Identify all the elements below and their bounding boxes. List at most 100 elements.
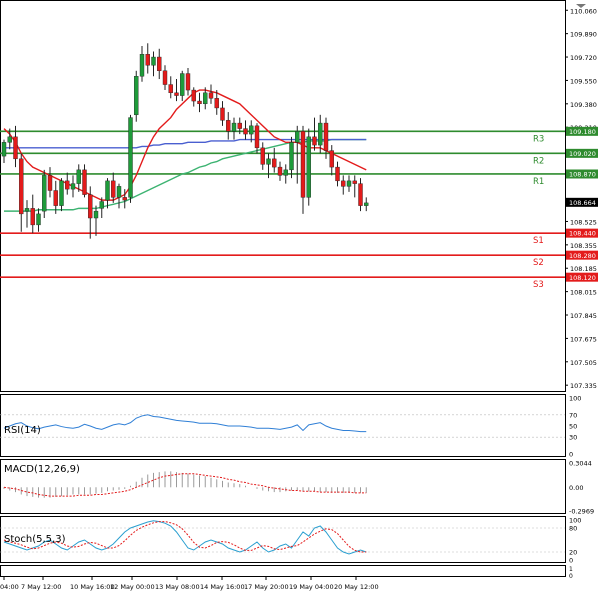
level-name-r3: R3 bbox=[533, 134, 544, 144]
level-name-s1: S1 bbox=[533, 236, 544, 246]
level-name-r2: R2 bbox=[533, 156, 544, 166]
candle-bullish bbox=[70, 183, 76, 190]
level-price-label: 108.120 bbox=[569, 274, 596, 282]
stoch-tick-label: 100 bbox=[569, 517, 581, 525]
candle-bearish bbox=[53, 190, 58, 206]
candle-bearish bbox=[335, 166, 340, 182]
rsi-tick-label: 50 bbox=[569, 423, 577, 431]
candle-bullish bbox=[318, 122, 323, 146]
candle-bearish bbox=[157, 56, 162, 71]
price-tick-label: 110.060 bbox=[570, 7, 597, 15]
candle-bullish bbox=[364, 202, 369, 206]
candle-bearish bbox=[145, 54, 150, 66]
candle-bearish bbox=[254, 125, 260, 149]
current-price-label: 108.664 bbox=[569, 199, 596, 207]
candle-bullish bbox=[231, 122, 237, 132]
price-tick-label: 109.720 bbox=[570, 54, 597, 62]
stoch-panel-frame bbox=[0, 516, 566, 563]
rsi-title: RSI(14) bbox=[4, 425, 41, 436]
candle-bearish bbox=[226, 120, 231, 132]
price-tick-label: 109.380 bbox=[570, 101, 597, 109]
macd-panel-frame bbox=[0, 459, 566, 514]
rsi-panel-frame bbox=[0, 394, 566, 457]
extra-panel-tick-top: 1 bbox=[569, 566, 573, 573]
candle-bullish bbox=[128, 117, 133, 198]
candle-bearish bbox=[352, 180, 357, 184]
level-price-label: 108.870 bbox=[569, 171, 596, 179]
time-tick-label: 7 May 12:00 bbox=[21, 583, 61, 591]
candle-bearish bbox=[358, 183, 363, 206]
chart-window: 1 0 110.060 109.890 109.720 109.550 109.380 1… bbox=[0, 0, 600, 596]
candle-bearish bbox=[208, 92, 214, 99]
time-tick-label: 04:00 bbox=[0, 583, 19, 591]
level-name-s3: S3 bbox=[533, 280, 544, 290]
time-axis: 04:00 7 May 12:00 10 May 16:0012 May 00:00… bbox=[0, 577, 379, 591]
candle-bearish bbox=[168, 84, 173, 94]
candle-bearish bbox=[191, 89, 196, 102]
time-tick-label: 12 May 00:00 bbox=[110, 583, 155, 591]
candle-bullish bbox=[59, 180, 64, 206]
candle-bullish bbox=[42, 175, 47, 212]
rsi-tick-label: 30 bbox=[569, 434, 577, 442]
time-tick-label: 17 May 20:00 bbox=[244, 583, 289, 591]
candle-bearish bbox=[272, 158, 277, 168]
time-tick-label: 19 May 04:00 bbox=[289, 583, 334, 591]
candle-bearish bbox=[65, 180, 70, 190]
price-tick-label: 108.015 bbox=[570, 289, 597, 297]
candle-bullish bbox=[116, 186, 122, 198]
candle-bullish bbox=[180, 73, 185, 96]
candle-bearish bbox=[220, 107, 225, 121]
price-tick-label: 107.845 bbox=[570, 312, 597, 320]
candle-bearish bbox=[260, 147, 265, 165]
time-tick-label: 20 May 12:00 bbox=[334, 583, 379, 591]
level-price-label: 108.440 bbox=[569, 230, 596, 238]
candle-bearish bbox=[13, 136, 18, 160]
candle-bullish bbox=[1, 142, 7, 157]
candle-bullish bbox=[76, 169, 81, 184]
level-price-label: 109.180 bbox=[569, 128, 596, 136]
candle-bearish bbox=[162, 70, 168, 85]
candle-bearish bbox=[185, 73, 191, 91]
price-tick-label: 107.675 bbox=[570, 335, 597, 343]
candle-bearish bbox=[277, 166, 283, 176]
candle-bullish bbox=[295, 131, 300, 143]
price-tick-label: 107.335 bbox=[570, 382, 597, 390]
level-price-label: 109.020 bbox=[569, 150, 596, 158]
candle-bearish bbox=[19, 158, 24, 215]
macd-tick-label: -0.2969 bbox=[569, 508, 594, 516]
candle-bullish bbox=[306, 136, 311, 198]
candle-bearish bbox=[214, 98, 219, 109]
level-price-label: 108.280 bbox=[569, 252, 596, 260]
stoch-title: Stoch(5,5,3) bbox=[4, 534, 66, 545]
extra-panel-tick-bottom: 0 bbox=[569, 573, 573, 580]
candle-bearish bbox=[329, 150, 334, 168]
candle-bullish bbox=[24, 208, 30, 212]
price-tick-label: 109.890 bbox=[570, 31, 597, 39]
candle-bearish bbox=[341, 180, 346, 187]
candle-bearish bbox=[30, 208, 35, 226]
main-panel-frame bbox=[0, 0, 566, 392]
candle-bullish bbox=[134, 76, 139, 116]
candle-bullish bbox=[99, 201, 104, 209]
candle-bearish bbox=[174, 92, 179, 96]
candle-bearish bbox=[312, 136, 317, 146]
candle-bullish bbox=[105, 180, 110, 201]
level-name-s2: S2 bbox=[533, 258, 544, 268]
candle-bullish bbox=[283, 169, 288, 176]
price-tick-label: 109.550 bbox=[570, 77, 597, 85]
candle-bullish bbox=[203, 92, 208, 105]
candle-bullish bbox=[289, 142, 294, 171]
candle-bullish bbox=[93, 210, 99, 219]
candle-bullish bbox=[139, 54, 145, 77]
candle-bullish bbox=[266, 158, 271, 165]
rsi-tick-label: 70 bbox=[569, 411, 577, 419]
stoch-tick-label: 0 bbox=[569, 557, 573, 565]
candle-bearish bbox=[237, 122, 242, 129]
macd-tick-label: 0.3044 bbox=[569, 460, 592, 468]
level-name-r1: R1 bbox=[533, 177, 544, 187]
extra-panel-frame bbox=[0, 565, 566, 577]
time-tick-label: 14 May 16:00 bbox=[200, 583, 245, 591]
price-tick-label: 108.525 bbox=[570, 218, 597, 226]
candle-bearish bbox=[300, 131, 306, 198]
candle-bearish bbox=[88, 194, 93, 219]
